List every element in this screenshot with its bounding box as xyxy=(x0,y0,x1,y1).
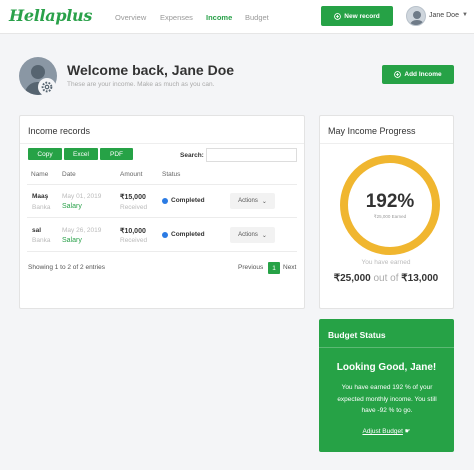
row-amount: ₹15,000 xyxy=(120,194,146,201)
row-source: Banka xyxy=(32,204,51,211)
add-income-label: Add Income xyxy=(404,71,442,78)
actions-dropdown[interactable]: Actions ⌄ xyxy=(230,193,275,209)
divider xyxy=(27,251,297,252)
divider xyxy=(20,143,304,144)
budget-status-title: Budget Status xyxy=(328,330,386,340)
pdf-button[interactable]: PDF xyxy=(100,148,133,160)
status-badge: Completed xyxy=(162,197,205,204)
search-input[interactable] xyxy=(206,148,297,162)
column-header-status[interactable]: Status xyxy=(162,171,180,178)
page-title: Welcome back, Jane Doe xyxy=(67,62,235,78)
chevron-down-icon: ⌄ xyxy=(261,232,267,239)
chevron-down-icon[interactable]: ▼ xyxy=(462,12,468,18)
actions-label: Actions xyxy=(238,198,258,204)
search-label: Search: xyxy=(180,152,204,159)
column-header-date[interactable]: Date xyxy=(62,171,76,178)
plus-circle-icon xyxy=(394,71,402,78)
status-label: Completed xyxy=(171,231,205,238)
page-subtitle: These are your income. Make as much as y… xyxy=(67,81,215,88)
have-earned-label: You have earned xyxy=(361,259,411,266)
adjust-budget-link[interactable]: Adjust Budget ☛ xyxy=(319,427,454,435)
income-records-title: Income records xyxy=(28,126,91,136)
divider xyxy=(319,347,454,348)
plus-circle-icon xyxy=(334,12,342,20)
status-label: Completed xyxy=(171,197,205,204)
income-progress-title: May Income Progress xyxy=(328,126,416,136)
user-name[interactable]: Jane Doe xyxy=(429,12,459,19)
income-records-card: Income records xyxy=(19,115,305,309)
divider xyxy=(27,184,297,185)
status-dot-icon xyxy=(162,197,168,204)
user-icon xyxy=(409,11,425,25)
column-header-amount[interactable]: Amount xyxy=(120,171,142,178)
user-avatar[interactable] xyxy=(406,6,426,26)
new-record-button[interactable]: New record xyxy=(321,6,393,26)
progress-percent: 192% xyxy=(365,190,415,212)
add-income-button[interactable]: Add Income xyxy=(382,65,454,84)
nav-expenses[interactable]: Expenses xyxy=(160,13,193,22)
excel-button[interactable]: Excel xyxy=(64,148,98,160)
actions-label: Actions xyxy=(238,232,258,238)
copy-button[interactable]: Copy xyxy=(28,148,62,160)
status-badge: Completed xyxy=(162,231,205,238)
target-amount: ₹13,000 xyxy=(401,273,439,284)
budget-message: You have earned 192 % of your expected m… xyxy=(337,384,437,414)
row-date: May 26, 2019 xyxy=(62,227,102,234)
nav-budget[interactable]: Budget xyxy=(245,13,269,22)
pagination-previous[interactable]: Previous xyxy=(238,264,263,271)
divider xyxy=(27,217,297,218)
row-date: May 01, 2019 xyxy=(62,193,102,200)
chevron-down-icon: ⌄ xyxy=(261,198,267,205)
row-amount-label: Received xyxy=(120,237,148,244)
earned-amount: ₹25,000 xyxy=(333,273,371,284)
pagination-next[interactable]: Next xyxy=(283,264,296,271)
budget-status-card: Budget Status Looking Good, Jane! You ha… xyxy=(319,319,454,452)
nav-income[interactable]: Income xyxy=(206,13,232,22)
row-name: Maaş xyxy=(32,193,49,200)
actions-dropdown[interactable]: Actions ⌄ xyxy=(230,227,275,243)
column-header-name[interactable]: Name xyxy=(31,171,48,178)
new-record-label: New record xyxy=(344,12,380,20)
status-dot-icon xyxy=(162,231,168,238)
brand-logo[interactable]: Hellaplus xyxy=(9,6,92,25)
earned-totals: ₹25,000 out of ₹13,000 xyxy=(319,273,453,284)
adjust-budget-label: Adjust Budget xyxy=(362,428,403,435)
earned-caption: ₹25,000 Earned xyxy=(373,213,407,219)
nav-overview[interactable]: Overview xyxy=(115,13,146,22)
row-category: Salary xyxy=(62,203,82,210)
progress-ring: 192% ₹25,000 Earned xyxy=(340,155,440,255)
row-amount-label: Received xyxy=(120,204,148,211)
gear-icon[interactable] xyxy=(38,78,56,96)
row-category: Salary xyxy=(62,237,82,244)
entries-info: Showing 1 to 2 of 2 entries xyxy=(28,264,105,271)
divider xyxy=(320,143,453,144)
pagination-page[interactable]: 1 xyxy=(268,262,280,274)
row-amount: ₹10,000 xyxy=(120,228,146,235)
row-source: Banka xyxy=(32,237,51,244)
out-of-label: out of xyxy=(373,273,399,284)
top-navbar: Hellaplus Overview Expenses Income Budge… xyxy=(0,0,474,34)
budget-headline: Looking Good, Jane! xyxy=(336,362,437,373)
row-name: sal xyxy=(32,227,42,234)
pointing-hand-icon: ☛ xyxy=(404,428,411,435)
